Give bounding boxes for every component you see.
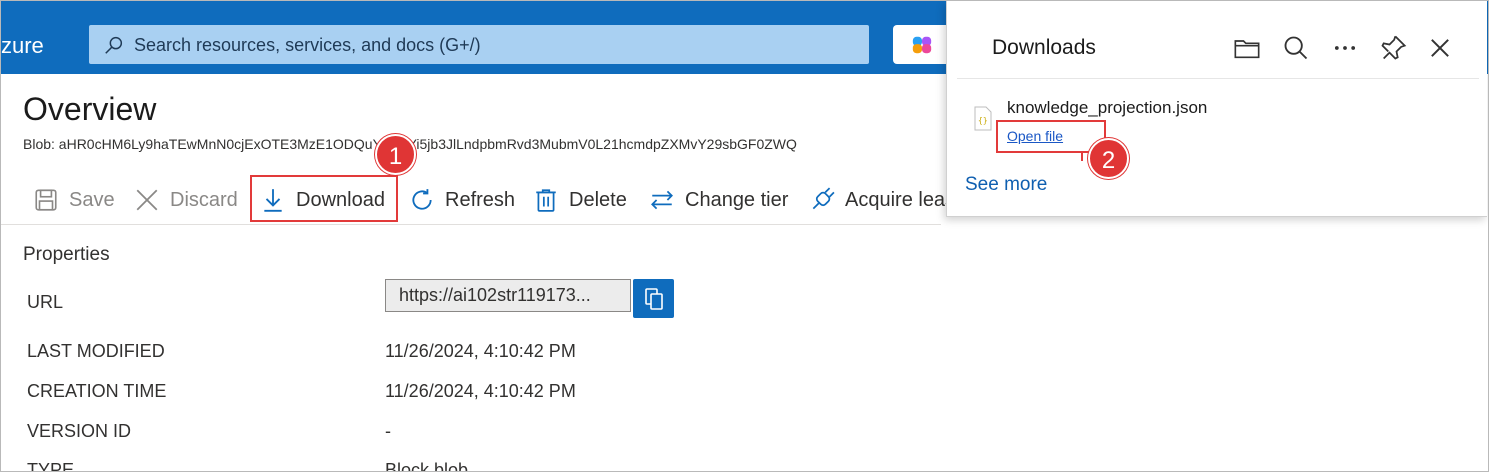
change-tier-button[interactable]: Change tier [649,183,788,217]
acquire-lease-button[interactable]: Acquire leas [809,183,955,217]
highlight-download-button [250,175,398,222]
url-field[interactable]: https://ai102str119173... [385,279,631,312]
close-icon [1431,39,1449,57]
refresh-icon [412,189,432,210]
download-file-name[interactable]: knowledge_projection.json [1007,98,1207,118]
change-tier-label: Change tier [685,188,789,211]
folder-icon [1234,40,1260,59]
downloads-title: Downloads [992,36,1096,59]
see-more-link[interactable]: See more [965,174,1047,196]
close-panel-button[interactable] [1426,34,1454,62]
downloads-panel: Downloads {} knowledge_projection.json O… [946,1,1487,217]
toolbar-divider [1,224,941,225]
plug-icon [812,187,835,210]
open-folder-button[interactable] [1233,34,1261,62]
downloads-divider [957,78,1479,79]
acquire-lease-label: Acquire leas [845,188,956,211]
annotation-connector [1081,151,1083,161]
property-label-type: TYPE [27,460,75,472]
property-label-last-modified: LAST MODIFIED [27,341,165,361]
refresh-label: Refresh [445,188,516,211]
page-title: Overview [23,91,157,127]
command-bar: Save Discard Download Refresh Delete Cha… [1,171,961,227]
discard-button[interactable]: Discard [134,183,238,217]
delete-label: Delete [569,188,627,211]
portal-brand[interactable]: zure [1,33,44,59]
trash-icon [536,189,556,212]
delete-button[interactable]: Delete [533,183,627,217]
step-badge-1: 1 [375,134,416,175]
property-value-last-modified: 11/26/2024, 4:10:42 PM [385,341,576,361]
screenshot-frame: zure Search resources, services, and doc… [0,0,1489,472]
property-label-version-id: VERSION ID [27,421,132,441]
copy-icon [645,288,663,310]
global-search[interactable]: Search resources, services, and docs (G+… [89,25,869,64]
search-icon [1284,36,1308,60]
close-icon [136,189,158,211]
save-button[interactable]: Save [33,183,115,217]
property-value-type: Block blob [385,460,469,472]
more-options-button[interactable] [1331,34,1359,62]
discard-label: Discard [170,188,238,211]
save-label: Save [69,188,115,211]
properties-heading: Properties [23,244,110,265]
swap-arrows-icon [651,190,673,210]
save-icon [35,189,57,211]
json-file-icon: {} [974,106,992,131]
copy-url-button[interactable] [633,279,674,318]
property-label-creation-time: CREATION TIME [27,381,167,401]
property-label-url: URL [27,292,64,312]
more-icon [1334,46,1356,50]
svg-text:{}: {} [978,116,988,125]
copilot-icon [912,36,932,54]
search-icon [105,36,123,54]
pin-button[interactable] [1379,34,1407,62]
pin-icon [1381,35,1407,60]
search-downloads-button[interactable] [1282,34,1310,62]
blob-name: Blob: aHR0cHM6Ly9haTEwMnN0cjExOTE3MzE1OD… [23,136,797,152]
step-badge-2: 2 [1088,138,1129,179]
property-value-version-id: - [385,421,391,441]
property-value-creation-time: 11/26/2024, 4:10:42 PM [385,381,576,401]
refresh-button[interactable]: Refresh [409,183,515,217]
search-placeholder: Search resources, services, and docs (G+… [134,35,481,55]
